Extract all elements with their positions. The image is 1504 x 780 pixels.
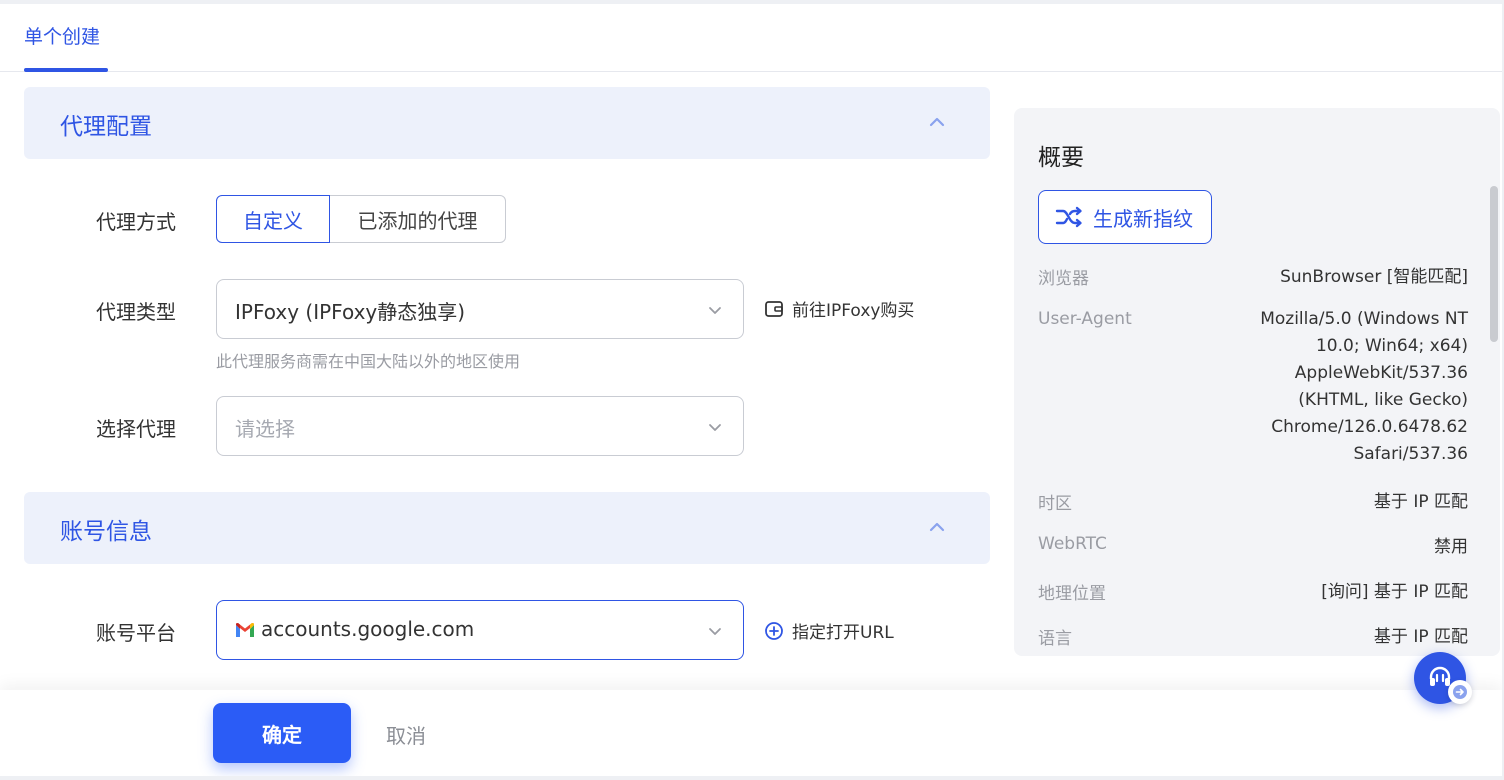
page: 单个创建 代理配置 代理方式 自定义 已添加的代理 代理类型 IPFoxy (I… [0, 4, 1502, 776]
proxy-type-value: IPFoxy (IPFoxy静态独享) [235, 300, 466, 324]
arrow-right-icon[interactable] [1448, 680, 1472, 704]
specify-url-link-text: 指定打开URL [792, 623, 894, 643]
tab-active-indicator [24, 68, 108, 72]
generate-fingerprint-label: 生成新指纹 [1093, 206, 1193, 231]
ua-line: Chrome/126.0.6478.62 [1271, 417, 1468, 437]
summary-value: SunBrowser [智能匹配] [1280, 267, 1468, 287]
chevron-down-icon [709, 424, 721, 431]
buy-ipfoxy-link[interactable]: 前往IPFoxy购买 [764, 296, 914, 321]
select-proxy-placeholder: 请选择 [235, 417, 295, 441]
summary-panel: 概要 生成新指纹 浏览器 SunBrowser [智能匹配] User-Agen… [1014, 108, 1500, 656]
specify-url-link[interactable]: 指定打开URL [764, 618, 894, 643]
generate-fingerprint-button[interactable]: 生成新指纹 [1038, 190, 1212, 244]
chevron-up-icon[interactable] [928, 518, 946, 536]
summary-value: [询问] 基于 IP 匹配 [1321, 582, 1468, 602]
summary-key: 语言 [1038, 629, 1072, 649]
proxy-method-label: 代理方式 [96, 210, 176, 234]
account-section-header[interactable]: 账号信息 [24, 492, 990, 564]
plus-circle-icon [765, 621, 783, 640]
footer-bar: 确定 取消 [0, 690, 1502, 776]
account-platform-select[interactable]: accounts.google.com [216, 600, 744, 660]
ua-line: (KHTML, like Gecko) [1298, 390, 1468, 410]
chevron-down-icon [709, 628, 721, 635]
shuffle-icon [1055, 206, 1082, 228]
summary-value: 基于 IP 匹配 [1373, 627, 1468, 647]
select-proxy-label: 选择代理 [96, 417, 176, 441]
summary-value: 基于 IP 匹配 [1373, 492, 1468, 512]
summary-key: 时区 [1038, 494, 1072, 514]
summary-key: WebRTC [1038, 534, 1107, 554]
chevron-up-icon[interactable] [928, 113, 946, 131]
summary-key: 地理位置 [1038, 584, 1106, 604]
proxy-type-label: 代理类型 [96, 300, 176, 324]
summary-value-user-agent: Mozilla/5.0 (Windows NT 10.0; Win64; x64… [1260, 306, 1468, 468]
cancel-button[interactable]: 取消 [386, 720, 426, 749]
account-platform-value: accounts.google.com [261, 617, 475, 641]
tab-single-create[interactable]: 单个创建 [24, 22, 100, 49]
ua-line: 10.0; Win64; x64) [1315, 336, 1468, 356]
chevron-down-icon [709, 307, 721, 314]
proxy-type-select[interactable]: IPFoxy (IPFoxy静态独享) [216, 279, 744, 339]
tab-bar: 单个创建 [0, 4, 1502, 72]
wallet-icon [765, 300, 783, 317]
proxy-type-help-text: 此代理服务商需在中国大陆以外的地区使用 [216, 352, 521, 371]
summary-key: User-Agent [1038, 309, 1132, 329]
select-proxy-dropdown[interactable]: 请选择 [216, 396, 744, 456]
ua-line: Safari/537.36 [1353, 444, 1468, 464]
ua-line: Mozilla/5.0 (Windows NT [1260, 309, 1468, 329]
summary-key: 浏览器 [1038, 269, 1089, 289]
confirm-button[interactable]: 确定 [213, 703, 351, 763]
proxy-section-header[interactable]: 代理配置 [24, 87, 990, 159]
proxy-section-title: 代理配置 [60, 114, 152, 140]
buy-ipfoxy-link-text: 前往IPFoxy购买 [792, 301, 915, 321]
gmail-icon [236, 623, 254, 637]
proxy-method-custom-option[interactable]: 自定义 [216, 195, 330, 243]
account-platform-label: 账号平台 [96, 621, 176, 645]
summary-scrollbar[interactable] [1490, 186, 1498, 342]
summary-title: 概要 [1038, 145, 1084, 171]
ua-line: AppleWebKit/537.36 [1294, 363, 1468, 383]
summary-value: 禁用 [1434, 537, 1468, 557]
proxy-method-added-option[interactable]: 已添加的代理 [329, 195, 506, 243]
account-section-title: 账号信息 [60, 519, 152, 545]
